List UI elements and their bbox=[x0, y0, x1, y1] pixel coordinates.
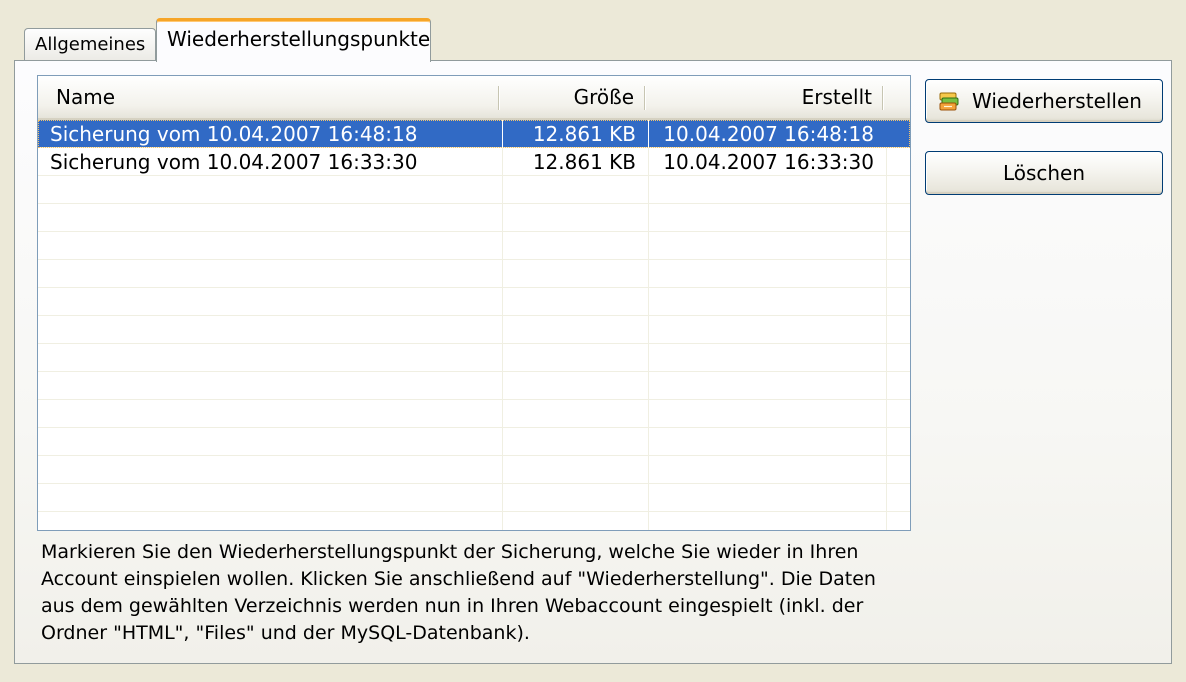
cell-created: 10.04.2007 16:33:30 bbox=[663, 150, 874, 174]
empty-row bbox=[38, 456, 910, 484]
tab-wiederherstellungspunkte-label: Wiederherstellungspunkte bbox=[167, 27, 431, 51]
empty-row bbox=[38, 372, 910, 400]
empty-row bbox=[38, 484, 910, 512]
column-header-created-label: Erstellt bbox=[801, 85, 872, 109]
tab-allgemeines-label: Allgemeines bbox=[35, 34, 146, 55]
restore-button[interactable]: Wiederherstellen bbox=[925, 79, 1163, 123]
empty-row bbox=[38, 288, 910, 316]
table-row[interactable]: Sicherung vom 10.04.2007 16:33:30 12.861… bbox=[38, 148, 910, 176]
tab-panel: Name Größe Erstellt Sicherung vom 10.04.… bbox=[14, 60, 1172, 664]
column-header-name-label: Name bbox=[56, 85, 116, 109]
delete-button-label: Löschen bbox=[1002, 161, 1086, 185]
column-header-created[interactable]: Erstellt bbox=[646, 76, 882, 118]
cell-size: 12.861 KB bbox=[532, 150, 636, 174]
cell-name: Sicherung vom 10.04.2007 16:33:30 bbox=[50, 150, 418, 174]
restore-button-label: Wiederherstellen bbox=[972, 89, 1142, 113]
restore-icon bbox=[939, 92, 959, 111]
instructions-text: Markieren Sie den Wiederherstellungspunk… bbox=[41, 541, 876, 644]
column-separator[interactable] bbox=[882, 86, 884, 110]
empty-row bbox=[38, 232, 910, 260]
empty-row bbox=[38, 344, 910, 372]
empty-row bbox=[38, 204, 910, 232]
column-header-name[interactable]: Name bbox=[46, 76, 498, 118]
table-row-selected[interactable]: Sicherung vom 10.04.2007 16:48:18 12.861… bbox=[38, 120, 910, 148]
list-header: Name Größe Erstellt bbox=[38, 76, 910, 120]
cell-size: 12.861 KB bbox=[532, 122, 636, 146]
empty-row bbox=[38, 400, 910, 428]
column-header-size-label: Größe bbox=[573, 85, 634, 109]
empty-row bbox=[38, 316, 910, 344]
column-header-size[interactable]: Größe bbox=[500, 76, 644, 118]
list-body: Sicherung vom 10.04.2007 16:48:18 12.861… bbox=[38, 120, 910, 530]
tab-wiederherstellungspunkte[interactable]: Wiederherstellungspunkte bbox=[156, 18, 431, 62]
empty-row bbox=[38, 428, 910, 456]
empty-row bbox=[38, 260, 910, 288]
cell-created: 10.04.2007 16:48:18 bbox=[663, 122, 874, 146]
delete-button[interactable]: Löschen bbox=[925, 151, 1163, 195]
empty-row bbox=[38, 176, 910, 204]
restore-points-list[interactable]: Name Größe Erstellt Sicherung vom 10.04.… bbox=[37, 75, 911, 531]
tab-allgemeines[interactable]: Allgemeines bbox=[24, 28, 156, 60]
cell-name: Sicherung vom 10.04.2007 16:48:18 bbox=[50, 122, 418, 146]
